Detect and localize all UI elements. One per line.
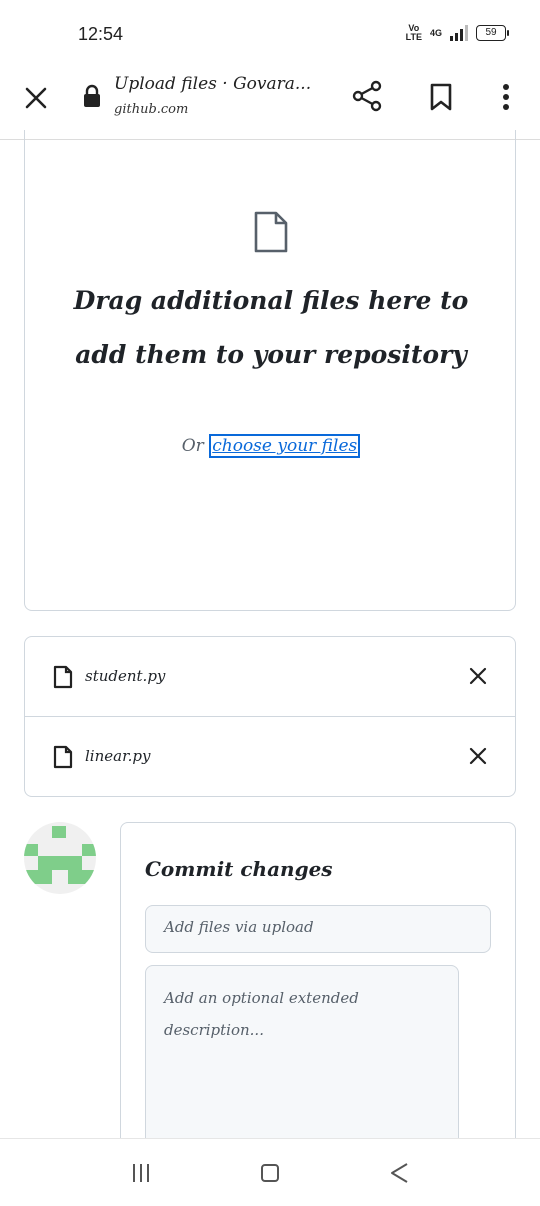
network-type: 4G [429,28,442,38]
status-time: 12:54 [78,24,124,44]
navigation-bar [0,1138,540,1206]
signal-icon [450,25,468,41]
file-icon [53,745,73,769]
file-name: linear.py [85,747,151,765]
lock-icon[interactable] [82,84,102,108]
choose-files-line: Or choose your files [25,434,517,458]
close-icon[interactable] [22,84,50,112]
or-text: Or [181,436,204,456]
file-icon [53,665,73,689]
volte-bottom: LTE [405,32,422,42]
file-name: student.py [85,667,166,685]
file-icon [254,211,288,253]
more-options-icon[interactable] [498,82,514,112]
status-indicators: Vo LTE 4G 59 [406,24,509,42]
bookmark-icon[interactable] [428,82,454,112]
commit-summary-input[interactable]: Add files via upload [145,905,491,953]
file-drop-zone[interactable]: Drag additional files here to add them t… [24,130,516,611]
choose-files-link[interactable]: choose your files [209,434,361,458]
identicon [24,826,96,884]
commit-title: Commit changes [145,857,333,881]
status-bar: 12:54 Vo LTE 4G 59 [0,0,540,68]
file-row: linear.py [25,717,515,797]
home-icon[interactable] [260,1163,280,1183]
remove-file-icon[interactable] [469,747,487,765]
page-title[interactable]: Upload files · Govara... [114,74,311,94]
volte-indicator: Vo LTE [406,24,422,42]
recents-icon[interactable] [130,1161,152,1185]
page-domain[interactable]: github.com [114,102,188,117]
drop-zone-heading: Drag additional files here to add them t… [73,286,469,369]
uploaded-files-list: student.py linear.py [24,636,516,797]
back-icon[interactable] [388,1161,410,1185]
remove-file-icon[interactable] [469,667,487,685]
avatar[interactable] [24,822,96,894]
share-icon[interactable] [352,80,384,112]
battery-indicator: 59 [476,25,509,41]
file-row: student.py [25,637,515,717]
